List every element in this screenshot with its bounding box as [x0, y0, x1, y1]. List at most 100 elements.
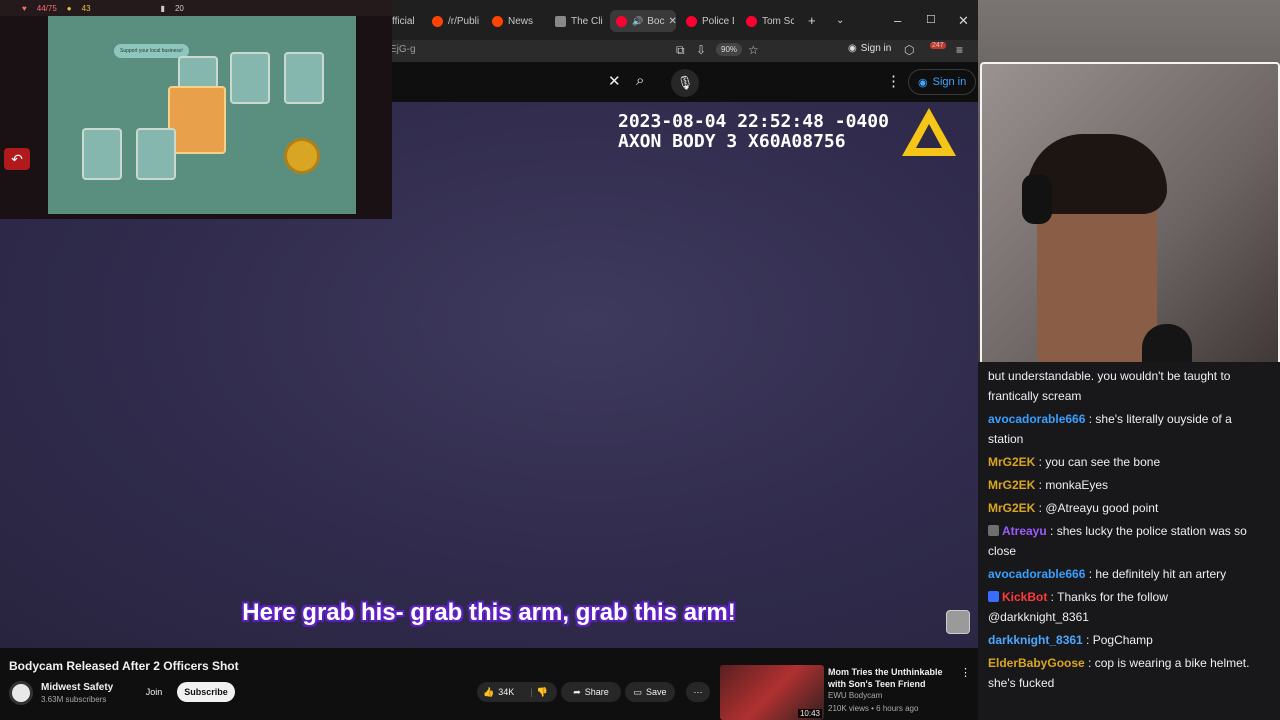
- youtube-icon: [616, 15, 627, 27]
- save-label: Save: [646, 687, 667, 697]
- zoom-level[interactable]: 90%: [716, 43, 743, 56]
- game-speech-bubble: Support your local business!: [114, 44, 189, 58]
- browser-tab[interactable]: News: [492, 10, 540, 32]
- back-arrow-icon[interactable]: ↶: [4, 148, 30, 170]
- youtube-icon: [746, 15, 757, 27]
- new-tab-icon[interactable]: +: [808, 13, 816, 28]
- tab-label: News: [508, 15, 534, 27]
- chat-text: but understandable. you wouldn't be taug…: [988, 369, 1231, 403]
- chat-badge-icon: [988, 591, 999, 602]
- clear-search-icon[interactable]: ✕: [608, 72, 621, 90]
- game-card[interactable]: [82, 128, 122, 180]
- recommended-meta: 210K views • 6 hours ago: [828, 704, 919, 713]
- menu-icon[interactable]: ≡: [956, 43, 963, 57]
- playlist-add-icon: ▭: [633, 686, 642, 697]
- chat-username[interactable]: MrG2EK: [988, 478, 1035, 492]
- like-button[interactable]: 👍 34K | 👎: [477, 682, 557, 702]
- download-icon[interactable]: ⇩: [696, 43, 706, 57]
- more-options-icon[interactable]: ⋮: [886, 72, 901, 90]
- stat-icon: ▮: [160, 3, 165, 13]
- share-button[interactable]: ➦ Share: [561, 682, 621, 702]
- device-id-line: AXON BODY 3 X60A08756: [618, 131, 846, 152]
- game-hp: 44/75: [36, 3, 57, 13]
- browser-tab-active[interactable]: 🔊 Boc ✕: [610, 10, 676, 32]
- video-caption: Here grab his- grab this arm, grab this …: [242, 599, 736, 626]
- extensions-icon[interactable]: ⬡: [904, 43, 914, 57]
- youtube-icon: [686, 15, 697, 27]
- browser-tab[interactable]: Tom Scr: [746, 10, 794, 32]
- chat-username[interactable]: MrG2EK: [988, 455, 1035, 469]
- chat-username[interactable]: darkknight_8361: [988, 633, 1083, 647]
- chat-separator: :: [1035, 501, 1046, 515]
- channel-watermark[interactable]: [946, 610, 970, 634]
- browser-tab[interactable]: /r/Publi: [432, 10, 484, 32]
- chat-username[interactable]: ElderBabyGoose: [988, 656, 1085, 670]
- subscriber-count: 3.63M subscribers: [41, 695, 107, 704]
- tab-list-icon[interactable]: ⌄: [836, 15, 844, 26]
- headset-icon: [1022, 174, 1052, 224]
- chat-separator: :: [1035, 455, 1046, 469]
- bookmark-star-icon[interactable]: ☆: [748, 43, 759, 57]
- more-actions-button[interactable]: ⋯: [686, 682, 710, 702]
- recommended-title[interactable]: Mom Tries the Unthinkable with Son's Tee…: [828, 666, 958, 690]
- screen: fficial /r/Publi News The Clin 🔊Boc✕ Pol…: [0, 0, 1280, 720]
- microphone-icon: 🎙: [676, 75, 694, 90]
- subscribe-button[interactable]: Subscribe: [177, 682, 235, 702]
- chat-separator: :: [1082, 633, 1093, 647]
- chat-username[interactable]: Atreayu: [1002, 524, 1047, 538]
- game-stat: 20: [174, 3, 184, 13]
- account-icon: ◉: [918, 76, 928, 89]
- chat-username[interactable]: KickBot: [1002, 590, 1047, 604]
- browser-sign-in[interactable]: ◉ Sign in: [848, 43, 891, 54]
- chat-text: @Atreayu good point: [1045, 501, 1159, 515]
- chat-username[interactable]: avocadorable666: [988, 567, 1085, 581]
- game-card[interactable]: [230, 52, 270, 104]
- tab-label: fficial: [392, 15, 415, 27]
- picture-in-picture-icon[interactable]: ⧉: [676, 43, 685, 58]
- video-info: Bodycam Released After 2 Officers Shot M…: [0, 648, 978, 720]
- close-window-icon[interactable]: ✕: [958, 13, 969, 29]
- voice-search-button[interactable]: 🎙: [671, 69, 699, 97]
- timestamp-line: 2023-08-04 22:52:48 -0400: [618, 111, 889, 132]
- video-title: Bodycam Released After 2 Officers Shot: [9, 659, 239, 673]
- chat-username[interactable]: avocadorable666: [988, 412, 1085, 426]
- thumbs-down-icon[interactable]: 👎: [537, 687, 548, 698]
- maximize-icon[interactable]: ☐: [926, 13, 936, 26]
- chat-text: you can see the bone: [1045, 455, 1161, 469]
- axon-logo-icon: [902, 108, 956, 156]
- chat-separator: :: [1085, 567, 1096, 581]
- recommended-more-icon[interactable]: ⋮: [960, 666, 971, 679]
- save-button[interactable]: ▭ Save: [625, 682, 675, 702]
- search-icon[interactable]: ⌕: [636, 72, 644, 89]
- channel-name[interactable]: Midwest Safety: [41, 682, 113, 693]
- wikipedia-icon: [555, 15, 566, 27]
- channel-avatar[interactable]: [9, 681, 33, 705]
- thumbs-up-icon: 👍: [483, 686, 495, 697]
- browser-tab[interactable]: Police D: [686, 10, 734, 32]
- game-card[interactable]: [136, 128, 176, 180]
- sign-in-label: Sign in: [932, 76, 967, 88]
- chat-username[interactable]: MrG2EK: [988, 501, 1035, 515]
- chat-separator: :: [1084, 656, 1095, 670]
- notification-count[interactable]: 247: [930, 42, 946, 49]
- browser-tab[interactable]: The Clin: [555, 10, 603, 32]
- game-card-highlighted[interactable]: [168, 86, 226, 154]
- game-coin-icon[interactable]: [284, 138, 320, 174]
- coin-icon: ●: [66, 3, 72, 13]
- close-tab-icon[interactable]: ✕: [668, 16, 676, 27]
- chat-text: PogChamp: [1092, 633, 1153, 647]
- chat-message: avocadorable666 : he definitely hit an a…: [988, 564, 1270, 584]
- address-bar[interactable]: EjG-g: [390, 44, 416, 55]
- recommended-channel[interactable]: EWU Bodycam: [828, 691, 882, 700]
- recommended-thumbnail[interactable]: 10:43: [720, 665, 824, 720]
- game-overlay: ♥ 44/75 ● 43 ▮ 20 Support your local bus…: [0, 0, 392, 219]
- youtube-sign-in-button[interactable]: ◉ Sign in: [908, 69, 977, 95]
- tab-label: Police D: [702, 15, 734, 27]
- browser-tab[interactable]: fficial: [392, 10, 428, 32]
- game-card[interactable]: [284, 52, 324, 104]
- minimize-icon[interactable]: –: [894, 13, 901, 28]
- heart-icon: ♥: [22, 3, 27, 13]
- join-button[interactable]: Join: [141, 682, 167, 702]
- like-count: 34K: [498, 687, 515, 697]
- chat-message: MrG2EK : @Atreayu good point: [988, 498, 1270, 518]
